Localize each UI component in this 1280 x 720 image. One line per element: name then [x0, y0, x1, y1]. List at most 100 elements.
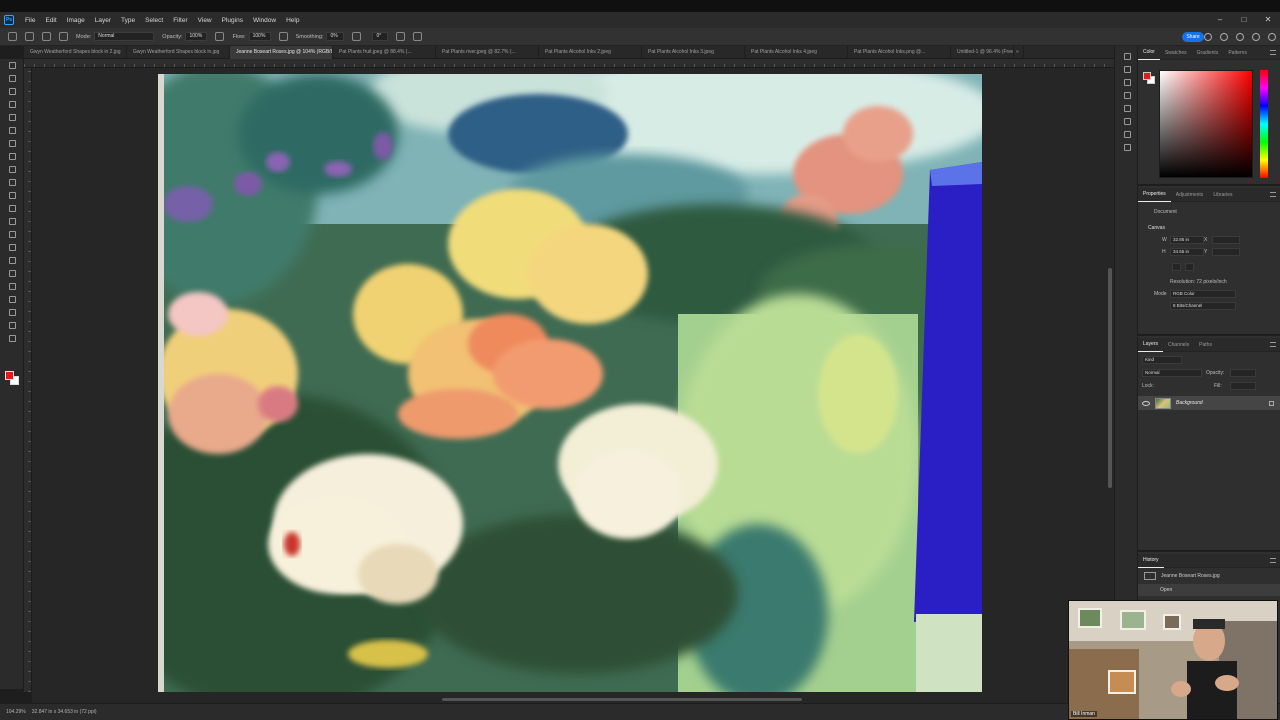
strip-shape[interactable]	[1115, 115, 1139, 128]
tool-clone[interactable]	[0, 176, 24, 189]
horizontal-scrollbar[interactable]	[32, 696, 1106, 703]
orientation-portrait-button[interactable]	[1172, 263, 1181, 271]
history-panel-menu-icon[interactable]	[1270, 558, 1276, 563]
tool-dodge[interactable]	[0, 241, 24, 254]
tabs-overflow-button[interactable]: »	[1014, 46, 1024, 59]
tool-eraser[interactable]	[0, 202, 24, 215]
tool-lasso[interactable]	[0, 85, 24, 98]
color-mode-select[interactable]: RGB Color	[1170, 290, 1236, 298]
panel-foreground-swatch[interactable]	[1143, 72, 1151, 80]
horizontal-ruler[interactable]	[24, 59, 1114, 68]
doc-tab-active[interactable]: Jeanne Boseart Roses.jpg @ 104% (RGB/8#)…	[230, 46, 333, 59]
tab-history[interactable]: History	[1138, 553, 1164, 568]
tool-frame[interactable]	[0, 124, 24, 137]
tab-layers[interactable]: Layers	[1138, 337, 1164, 352]
menu-file[interactable]: File	[20, 17, 40, 24]
menu-type[interactable]: Type	[116, 17, 140, 24]
vertical-scroll-thumb[interactable]	[1108, 268, 1112, 488]
layer-fill-field[interactable]	[1230, 382, 1256, 390]
tool-move[interactable]	[0, 59, 24, 72]
notifications-icon[interactable]	[1204, 33, 1212, 41]
color-panel-menu-icon[interactable]	[1270, 50, 1276, 55]
doc-tab[interactable]: Gwyn Weatherford Shapes block in.jpg	[127, 46, 230, 59]
tool-more[interactable]	[0, 332, 24, 345]
tab-properties[interactable]: Properties	[1138, 187, 1171, 202]
doc-tab[interactable]: Untitled-1 @ 96.4% (Free	[951, 46, 1014, 59]
layer-kind-filter[interactable]: Kind	[1142, 356, 1182, 364]
strip-comments[interactable]	[1115, 63, 1139, 76]
search-icon[interactable]	[1220, 33, 1228, 41]
tool-gradient[interactable]	[0, 215, 24, 228]
vertical-ruler[interactable]	[24, 68, 32, 692]
y-field[interactable]	[1212, 248, 1240, 256]
settings-icon[interactable]	[1268, 33, 1276, 41]
mode-select[interactable]: Normal	[94, 32, 155, 41]
home-icon[interactable]	[8, 32, 17, 41]
history-snapshot[interactable]: Jeanne Boseart Roses.jpg	[1138, 570, 1280, 582]
strip-learn[interactable]	[1115, 50, 1139, 63]
tool-type[interactable]	[0, 267, 24, 280]
canvas-workspace[interactable]	[32, 68, 1106, 696]
symmetry-icon[interactable]	[413, 32, 423, 41]
tool-marquee[interactable]	[0, 72, 24, 85]
menu-filter[interactable]: Filter	[168, 17, 192, 24]
zoom-level[interactable]: 104.29%	[6, 709, 26, 715]
foreground-color-swatch[interactable]	[5, 371, 14, 380]
doc-tab[interactable]: Pat Plants river.jpeg @ 82.7% (...	[436, 46, 539, 59]
strip-adjust[interactable]	[1115, 102, 1139, 115]
tab-swatches[interactable]: Swatches	[1160, 46, 1192, 60]
strip-history[interactable]	[1115, 89, 1139, 102]
layer-row-background[interactable]: Background	[1138, 396, 1280, 410]
tool-shape[interactable]	[0, 293, 24, 306]
tool-healing[interactable]	[0, 150, 24, 163]
color-picker-field[interactable]	[1159, 70, 1253, 178]
tool-pen[interactable]	[0, 254, 24, 267]
x-field[interactable]	[1212, 236, 1240, 244]
tab-paths[interactable]: Paths	[1194, 338, 1217, 352]
tab-libraries[interactable]: Libraries	[1208, 188, 1237, 202]
smoothing-field[interactable]: 0%	[326, 32, 345, 41]
menu-view[interactable]: View	[193, 17, 217, 24]
layers-panel-menu-icon[interactable]	[1270, 342, 1276, 347]
tool-hand[interactable]	[0, 306, 24, 319]
horizontal-scroll-thumb[interactable]	[442, 698, 802, 701]
height-field[interactable]: 34.65 in	[1170, 248, 1204, 256]
tool-history-brush[interactable]	[0, 189, 24, 202]
menu-select[interactable]: Select	[140, 17, 168, 24]
doc-tab[interactable]: Pat Plants fruit.jpeg @ 88.4% (...	[333, 46, 436, 59]
tool-path-select[interactable]	[0, 280, 24, 293]
strip-paragraph[interactable]	[1115, 141, 1139, 154]
strip-brushes[interactable]	[1115, 76, 1139, 89]
tool-object-select[interactable]	[0, 98, 24, 111]
menu-image[interactable]: Image	[62, 17, 90, 24]
airbrush-icon[interactable]	[278, 32, 288, 41]
flow-field[interactable]: 100%	[248, 32, 271, 41]
tab-adjustments[interactable]: Adjustments	[1171, 188, 1209, 202]
brush-settings-icon[interactable]	[59, 32, 68, 41]
close-button[interactable]: ✕	[1256, 12, 1280, 28]
layer-opacity-field[interactable]	[1230, 369, 1256, 377]
doc-tab[interactable]: Pat Plants Alcohol Inks 3.jpeg	[642, 46, 745, 59]
tab-patterns[interactable]: Patterns	[1223, 46, 1252, 60]
doc-tab[interactable]: Pat Plants Alcohol Inks 2.jpeg	[539, 46, 642, 59]
strip-character[interactable]	[1115, 128, 1139, 141]
bit-depth-select[interactable]: 8 Bits/Channel	[1170, 302, 1236, 310]
tab-color[interactable]: Color	[1138, 45, 1160, 60]
doc-tab[interactable]: Gwyn Weatherford Shapes block in 2.jpg	[24, 46, 127, 59]
pressure-opacity-icon[interactable]	[215, 32, 225, 41]
tool-blur[interactable]	[0, 228, 24, 241]
tab-gradients[interactable]: Gradients	[1192, 46, 1224, 60]
angle-field[interactable]: 0°	[372, 32, 389, 41]
tool-crop[interactable]	[0, 111, 24, 124]
layer-visibility-icon[interactable]	[1142, 400, 1150, 406]
brush-tool-icon[interactable]	[25, 32, 34, 41]
menu-window[interactable]: Window	[248, 17, 281, 24]
menu-plugins[interactable]: Plugins	[217, 17, 248, 24]
history-step[interactable]: Open	[1138, 584, 1280, 596]
help-icon[interactable]	[1236, 33, 1244, 41]
smoothing-settings-icon[interactable]	[352, 32, 362, 41]
layer-blend-mode-select[interactable]: Normal	[1142, 369, 1202, 377]
maximize-button[interactable]: □	[1232, 12, 1256, 28]
minimize-button[interactable]: –	[1208, 12, 1232, 28]
tool-eyedropper[interactable]	[0, 137, 24, 150]
